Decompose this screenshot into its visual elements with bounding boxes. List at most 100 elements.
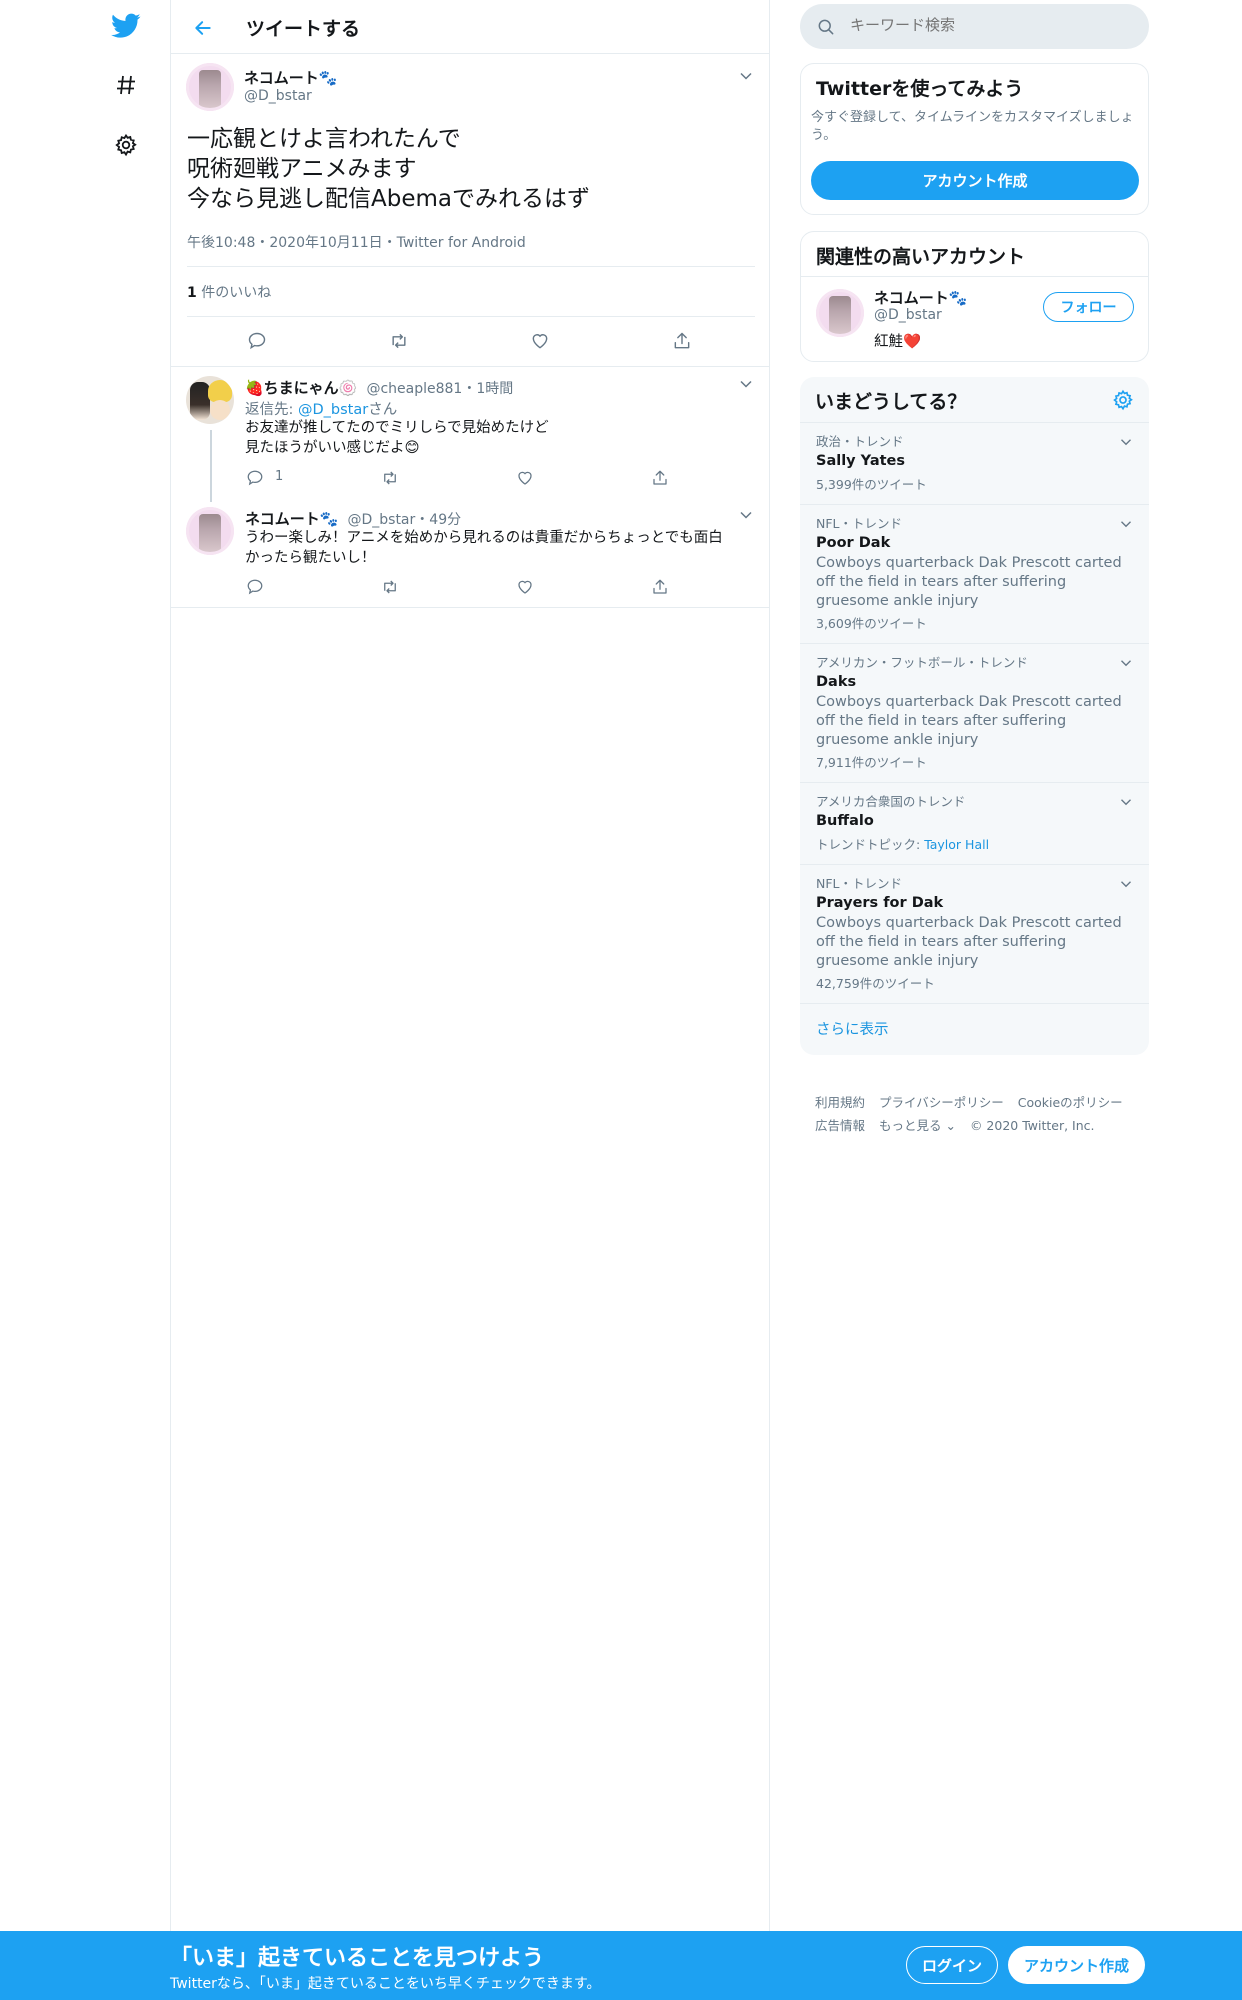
chevron-down-icon[interactable] (736, 66, 756, 86)
signup-card-title: Twitterを使ってみよう (816, 78, 1024, 100)
divider (187, 316, 755, 317)
related-accounts-title: 関連性の高いアカウント (816, 246, 1026, 268)
footer-link-terms[interactable]: 利用規約 (815, 1095, 865, 1110)
author-handle[interactable]: @cheaple881 (366, 381, 462, 397)
reply-to-link[interactable]: @D_bstar (298, 402, 368, 418)
author-handle[interactable]: @D_bstar (347, 512, 415, 528)
account-bio: 紅鮭❤️ (874, 334, 922, 350)
arrow-left-icon (195, 21, 211, 35)
trend-item[interactable]: 政治・トレンド Sally Yates 5,399件のツイート (800, 422, 1149, 504)
tweet-text-line: 一応観とけよ言われたんで (187, 126, 461, 152)
hashtag-icon[interactable] (109, 68, 143, 102)
footer-row: 広告情報 もっと見る ⌄ © 2020 Twitter, Inc. (815, 1115, 1105, 1134)
bottom-bar-title: 「いま」起きていることを見つけよう (170, 1946, 545, 1971)
trend-name: Poor Dak (816, 535, 891, 551)
trend-item[interactable]: アメリカン・フットボール・トレンド Daks Cowboys quarterba… (800, 643, 1149, 782)
author-name[interactable]: ネコムート🐾 (244, 67, 337, 88)
author-name[interactable]: ネコムート🐾 (245, 510, 338, 528)
signup-card: Twitterを使ってみよう 今すぐ登録して、タイムラインをカスタマイズしましょ… (800, 63, 1149, 215)
reply-count: 1 (275, 469, 284, 484)
back-button[interactable] (187, 12, 219, 44)
trend-description: Cowboys quarterback Dak Prescott carted … (816, 915, 1122, 969)
chevron-down-icon[interactable] (736, 374, 756, 394)
main-column: ツイートする ネコムート🐾 @D_bstar 一応観とけよ言われたんで 呪術廻戦… (170, 0, 770, 2000)
trend-description: Cowboys quarterback Dak Prescott carted … (816, 555, 1122, 609)
trend-count: 3,609件のツイート (816, 616, 927, 631)
trend-name: Prayers for Dak (816, 895, 944, 911)
chevron-down-icon[interactable] (1117, 875, 1135, 893)
chevron-down-icon[interactable] (1117, 793, 1135, 811)
trend-item[interactable]: アメリカ合衆国のトレンド Buffalo トレンドトピック: Taylor Ha… (800, 782, 1149, 864)
timestamp[interactable]: ・49分 (415, 512, 461, 528)
author-handle[interactable]: @D_bstar (244, 88, 312, 104)
trend-count: 42,759件のツイート (816, 976, 935, 991)
trend-topic: トレンドトピック: Taylor Hall (816, 837, 990, 852)
signup-card-body: 今すぐ登録して、タイムラインをカスタマイズしましょ う。 (811, 110, 1134, 143)
trend-context: アメリカン・フットボール・トレンド (816, 655, 1028, 670)
follow-button[interactable]: フォロー (1043, 292, 1134, 322)
avatar[interactable] (186, 507, 234, 555)
reply-text: お友達が推してたのでミリしらで見始めたけど 見たほうがいい感じだよ😊 (245, 420, 549, 456)
reply-icon[interactable] (241, 464, 269, 492)
gear-icon[interactable] (109, 128, 143, 162)
settings-icon[interactable] (1112, 389, 1134, 411)
divider (171, 607, 770, 608)
account-handle[interactable]: @D_bstar (874, 307, 942, 323)
trend-item[interactable]: NFL・トレンド Prayers for Dak Cowboys quarter… (800, 864, 1149, 1003)
tweet-meta[interactable]: 午後10:48・2020年10月11日・Twitter for Android (187, 232, 526, 252)
divider (187, 266, 755, 267)
create-account-button[interactable]: アカウント作成 (811, 161, 1139, 200)
chevron-down-icon[interactable] (1117, 433, 1135, 451)
chevron-down-icon[interactable] (1117, 654, 1135, 672)
divider (171, 366, 770, 367)
heart-icon[interactable] (511, 464, 539, 492)
search-input[interactable] (850, 16, 1130, 34)
timestamp[interactable]: ・1時間 (462, 381, 513, 397)
trend-name: Sally Yates (816, 453, 906, 469)
trend-context: アメリカ合衆国のトレンド (816, 794, 966, 809)
avatar[interactable] (816, 289, 864, 337)
chevron-down-icon[interactable] (1117, 515, 1135, 533)
reply-icon[interactable] (241, 573, 269, 601)
chevron-down-icon[interactable] (736, 505, 756, 525)
author-name[interactable]: 🍓ちまにゃん🍥 (245, 379, 357, 397)
heart-icon[interactable] (526, 327, 554, 355)
search-box[interactable] (800, 4, 1149, 49)
page-header: ツイートする (171, 0, 770, 54)
share-icon[interactable] (668, 327, 696, 355)
retweet-icon[interactable] (376, 573, 404, 601)
account-name[interactable]: ネコムート🐾 (874, 287, 967, 308)
trend-context: NFL・トレンド (816, 876, 903, 891)
retweet-icon[interactable] (385, 327, 413, 355)
retweet-icon[interactable] (376, 464, 404, 492)
footer-link-cookies[interactable]: Cookieのポリシー (1018, 1095, 1123, 1110)
avatar[interactable] (186, 376, 234, 424)
footer-link-more[interactable]: もっと見る ⌄ (879, 1118, 956, 1133)
likes-count[interactable]: 1 件のいいね (187, 282, 271, 302)
reply-icon[interactable] (243, 327, 271, 355)
trends-panel: いまどうしてる？ 政治・トレンド Sally Yates 5,399件のツイート… (800, 377, 1149, 1055)
reply-to: 返信先: @D_bstarさん (245, 402, 398, 418)
footer-link-privacy[interactable]: プライバシーポリシー (879, 1095, 1004, 1110)
trend-item[interactable]: NFL・トレンド Poor Dak Cowboys quarterback Da… (800, 504, 1149, 643)
trend-context: NFL・トレンド (816, 516, 903, 531)
reply-header: ネコムート🐾 @D_bstar・49分 (245, 508, 461, 529)
share-icon[interactable] (646, 464, 674, 492)
avatar[interactable] (186, 63, 234, 111)
show-more-link[interactable]: さらに表示 (800, 1003, 1149, 1055)
share-icon[interactable] (646, 573, 674, 601)
login-button[interactable]: ログイン (906, 1946, 998, 1984)
trend-topic-link[interactable]: Taylor Hall (924, 837, 989, 852)
reply-text: うわー楽しみ！アニメを始めから見れるのは貴重だからちょっとでも面白 かったら観た… (245, 530, 723, 566)
footer-copyright: © 2020 Twitter, Inc. (969, 1118, 1095, 1133)
twitter-logo-icon[interactable] (109, 9, 143, 43)
footer-row: 利用規約 プライバシーポリシー Cookieのポリシー (815, 1092, 1133, 1111)
bottom-bar-subtitle: Twitterなら、「いま」起きていることをいち早くチェックできます。 (170, 1976, 601, 1992)
search-icon (818, 19, 834, 35)
heart-icon[interactable] (511, 573, 539, 601)
reply-header: 🍓ちまにゃん🍥 @cheaple881・1時間 (245, 377, 513, 398)
bottom-signup-bar: 「いま」起きていることを見つけよう Twitterなら、「いま」起きていることを… (0, 1931, 1242, 2000)
tweet-text-line: 今なら見逃し配信Abemaでみれるはず (187, 186, 590, 212)
footer-link-ads[interactable]: 広告情報 (815, 1118, 865, 1133)
signup-button[interactable]: アカウント作成 (1008, 1946, 1145, 1984)
